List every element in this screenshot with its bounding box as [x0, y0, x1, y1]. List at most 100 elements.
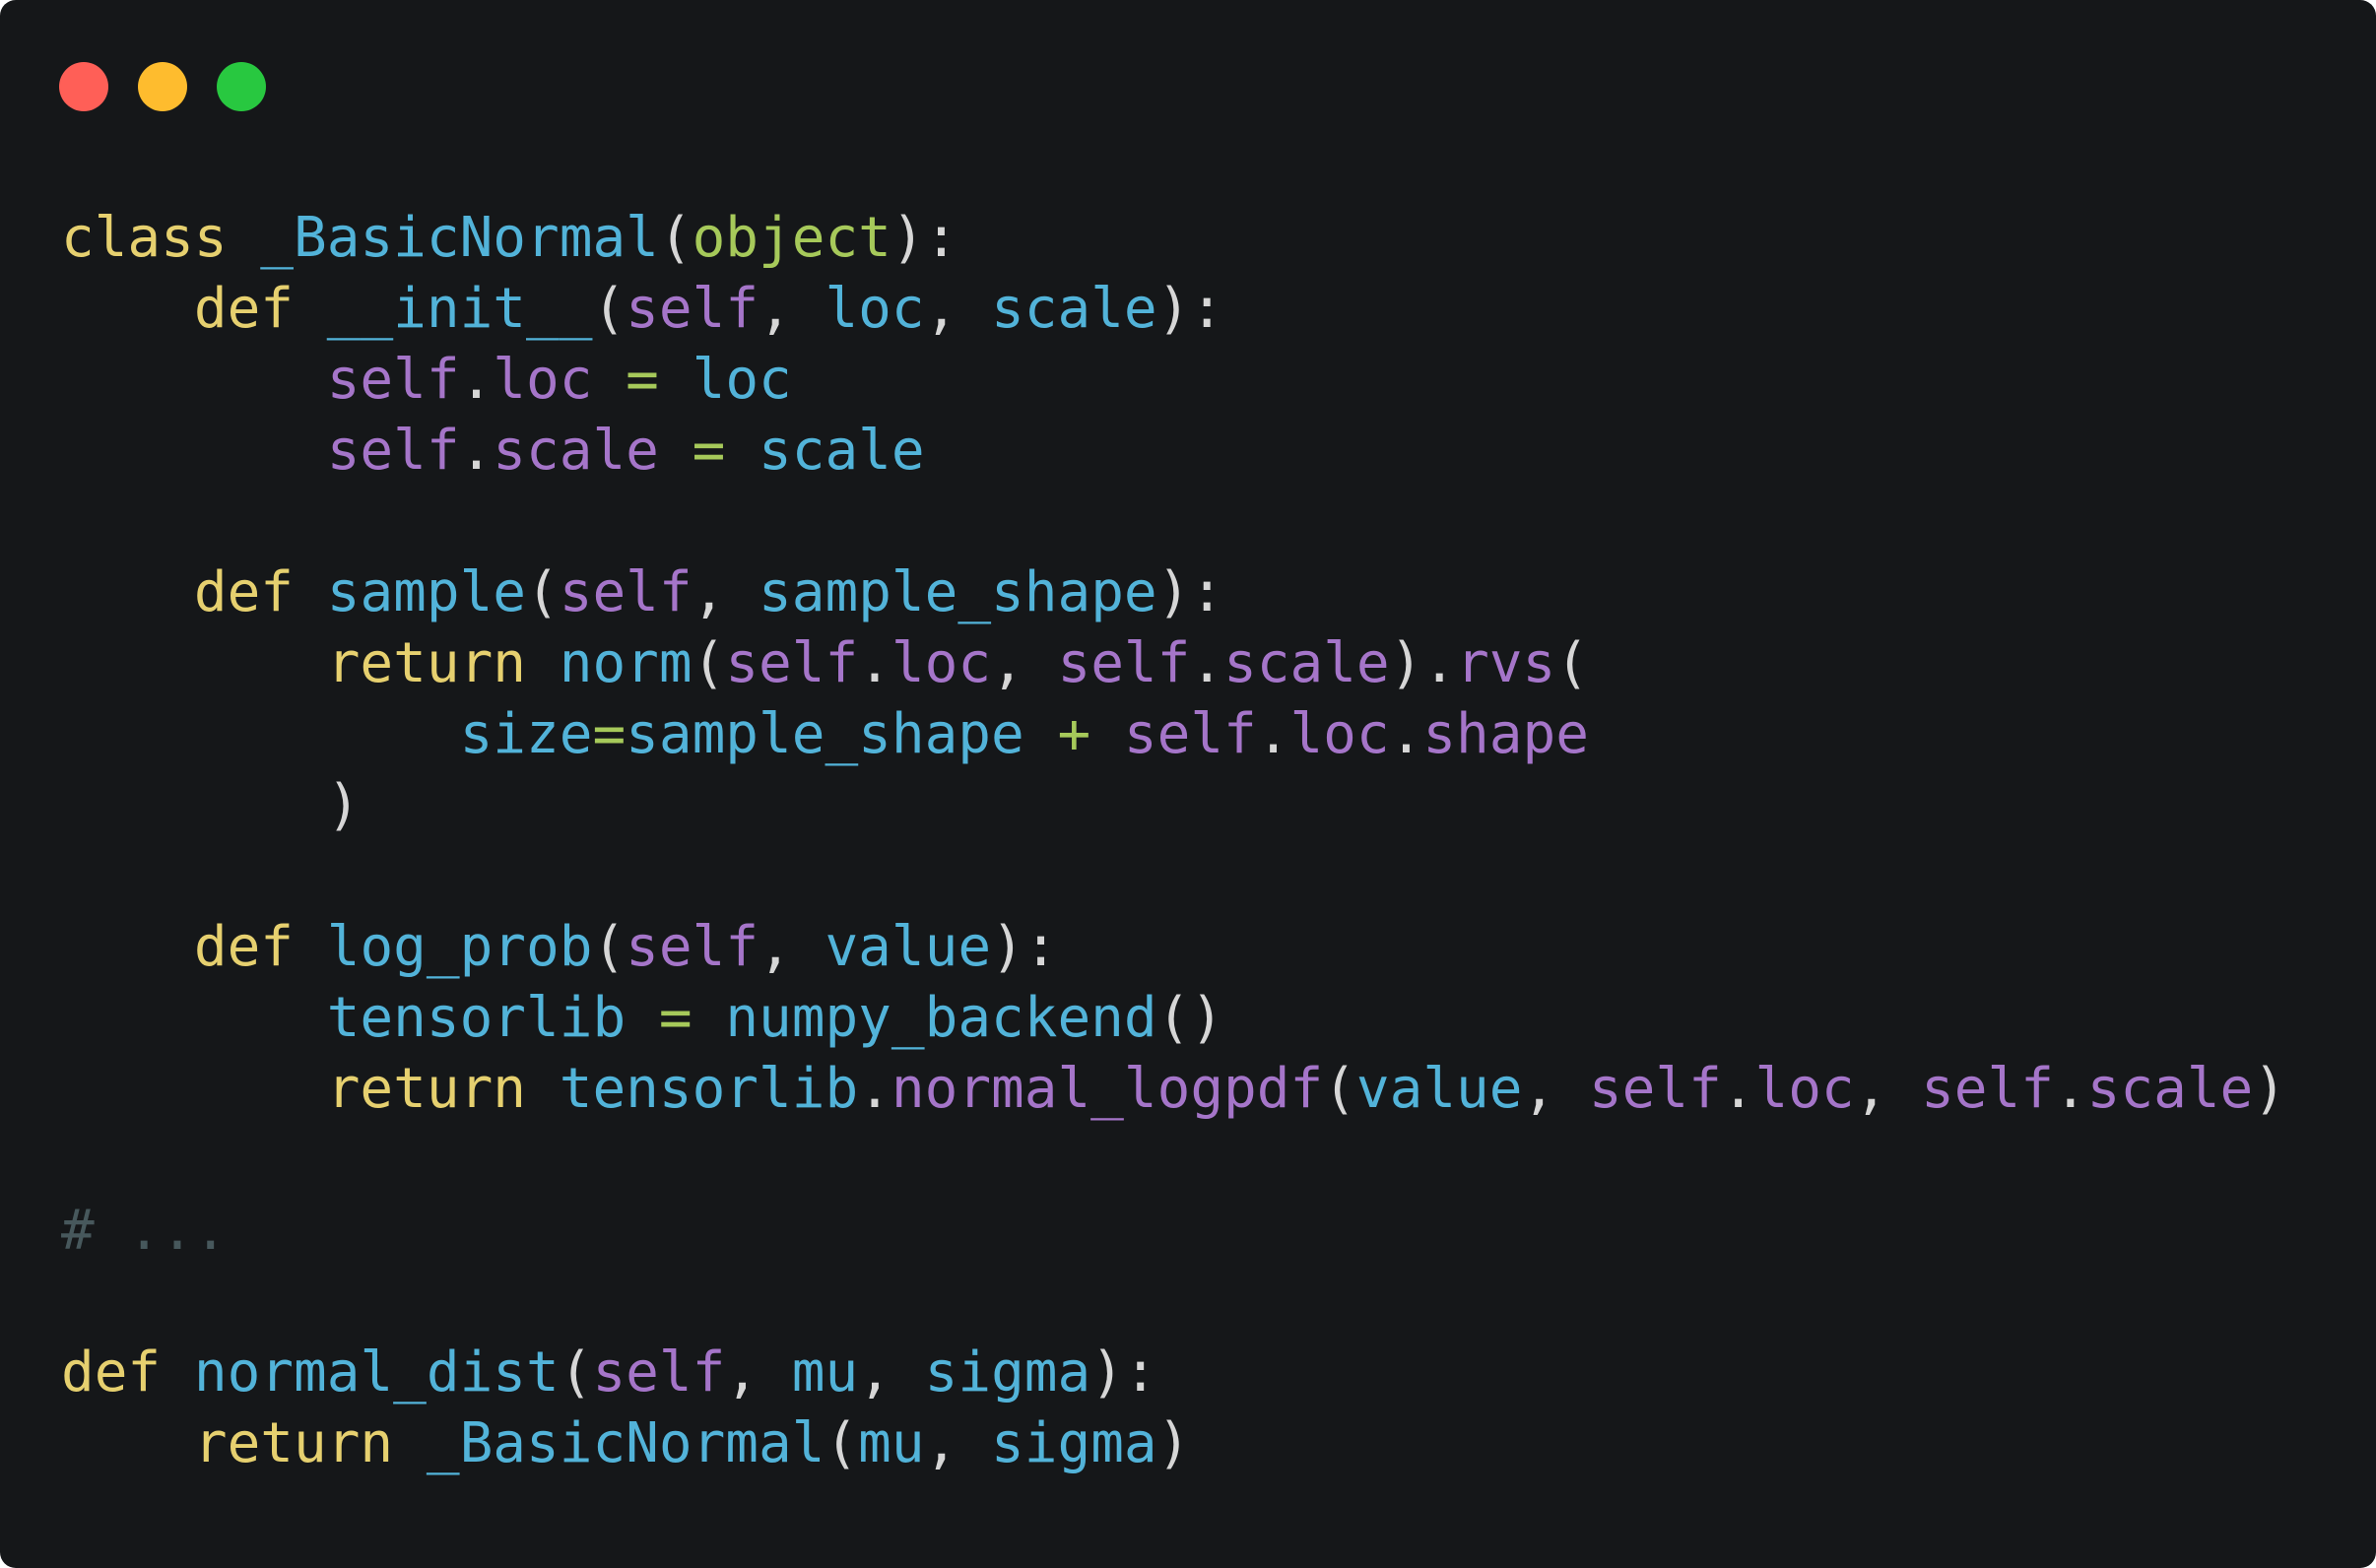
code-token-punct [161, 1340, 194, 1405]
code-token-punct: ). [1389, 631, 1457, 695]
code-token-punct [294, 560, 327, 624]
code-token-punct: ( [1323, 1057, 1356, 1121]
code-token-punct [61, 419, 327, 483]
code-token-punct: . [1190, 631, 1224, 695]
code-token-kw: def [193, 277, 295, 341]
code-token-punct [1024, 702, 1058, 766]
code-token-punct: . [1389, 702, 1423, 766]
code-line: ) [61, 770, 2286, 841]
code-token-punct: ) [2253, 1057, 2286, 1121]
code-token-self: rvs [1456, 631, 1556, 695]
code-token-punct: . [2053, 1057, 2087, 1121]
code-line: return _BasicNormal(mu, sigma) [61, 1408, 2286, 1479]
code-token-punct [61, 702, 460, 766]
code-token-punct: , [692, 560, 759, 624]
code-token-punct [61, 986, 327, 1050]
code-token-fn: normal_dist [193, 1340, 560, 1405]
code-token-punct: ( [559, 1340, 593, 1405]
code-token-punct: ): [1156, 277, 1224, 341]
code-token-op: = [692, 419, 726, 483]
code-token-fn: loc [825, 277, 925, 341]
code-token-kw: return [193, 1411, 394, 1475]
code-token-self: scale [493, 419, 659, 483]
code-token-fn: sample_shape [626, 702, 1024, 766]
code-token-punct: ( [526, 560, 560, 624]
code-token-punct: , [924, 1411, 992, 1475]
code-token-punct [1090, 702, 1124, 766]
code-token-fn: loc [692, 348, 792, 412]
code-token-punct [659, 419, 693, 483]
code-line: # ... [61, 1196, 2286, 1267]
code-token-op: + [1057, 702, 1091, 766]
code-token-punct: ( [1555, 631, 1589, 695]
code-line: size=sample_shape + self.loc.shape [61, 699, 2286, 770]
code-token-punct: . [1256, 702, 1290, 766]
code-token-self: self [1588, 1057, 1722, 1121]
code-token-punct: ( [825, 1411, 859, 1475]
code-token-self: normal_logpdf [891, 1057, 1324, 1121]
close-button[interactable] [59, 62, 108, 111]
code-token-op: = [592, 702, 627, 766]
code-token-punct: . [459, 419, 494, 483]
code-token-punct [294, 915, 327, 979]
code-line: self.scale = scale [61, 416, 2286, 487]
code-token-self: self [559, 560, 693, 624]
code-token-kw: class [61, 206, 228, 270]
code-token-punct: ( [592, 277, 627, 341]
code-window: class _BasicNormal(object): def __init__… [0, 0, 2376, 1568]
code-token-kw: def [193, 915, 295, 979]
code-token-punct [61, 348, 327, 412]
code-token-punct [61, 631, 327, 695]
maximize-button[interactable] [217, 62, 266, 111]
code-token-fn: sigma [991, 1411, 1157, 1475]
code-token-punct [626, 986, 659, 1050]
code-token-self: loc [891, 631, 992, 695]
code-token-self: loc [1289, 702, 1390, 766]
code-line: def log_prob(self, value): [61, 912, 2286, 983]
code-token-fn: mu [791, 1340, 859, 1405]
code-token-self: self [1123, 702, 1257, 766]
code-token-kw: return [326, 1057, 527, 1121]
code-line: def __init__(self, loc, scale): [61, 274, 2286, 345]
code-line: tensorlib = numpy_backend() [61, 983, 2286, 1054]
code-token-self: scale [2086, 1057, 2254, 1121]
code-token-fn: scale [991, 277, 1157, 341]
code-token-kw: def [61, 1340, 162, 1405]
code-token-punct: . [459, 348, 494, 412]
code-token-self: shape [1422, 702, 1589, 766]
minimize-button[interactable] [138, 62, 187, 111]
code-token-kw: def [193, 560, 295, 624]
code-token-punct: ): [891, 206, 958, 270]
code-token-punct [526, 1057, 560, 1121]
code-token-punct: , [858, 1340, 925, 1405]
code-token-punct: , [924, 277, 992, 341]
code-token-op: = [658, 986, 693, 1050]
code-token-fn: log_prob [326, 915, 593, 979]
code-line: def sample(self, sample_shape): [61, 557, 2286, 628]
code-token-punct: ( [692, 631, 726, 695]
code-token-fn: tensorlib [326, 986, 627, 1050]
code-token-fn: _BasicNormal [426, 1411, 825, 1475]
code-token-punct [693, 986, 726, 1050]
code-token-self: self [592, 1340, 726, 1405]
code-token-punct: , [759, 915, 825, 979]
code-token-builtin: object [692, 206, 891, 270]
code-token-fn: value [825, 915, 992, 979]
code-token-punct: ( [592, 915, 627, 979]
code-token-self: self [626, 277, 759, 341]
code-line: self.loc = loc [61, 345, 2286, 416]
code-token-punct: . [858, 631, 891, 695]
code-token-punct: . [858, 1057, 891, 1121]
code-token-punct [61, 1411, 194, 1475]
code-line: def normal_dist(self, mu, sigma): [61, 1338, 2286, 1408]
code-token-fn: scale [759, 419, 925, 483]
code-token-kw: return [326, 631, 527, 695]
code-token-punct: ): [1090, 1340, 1157, 1405]
code-line: return tensorlib.normal_logpdf(value, se… [61, 1054, 2286, 1125]
code-token-punct [393, 1411, 427, 1475]
code-token-punct: () [1156, 986, 1224, 1050]
